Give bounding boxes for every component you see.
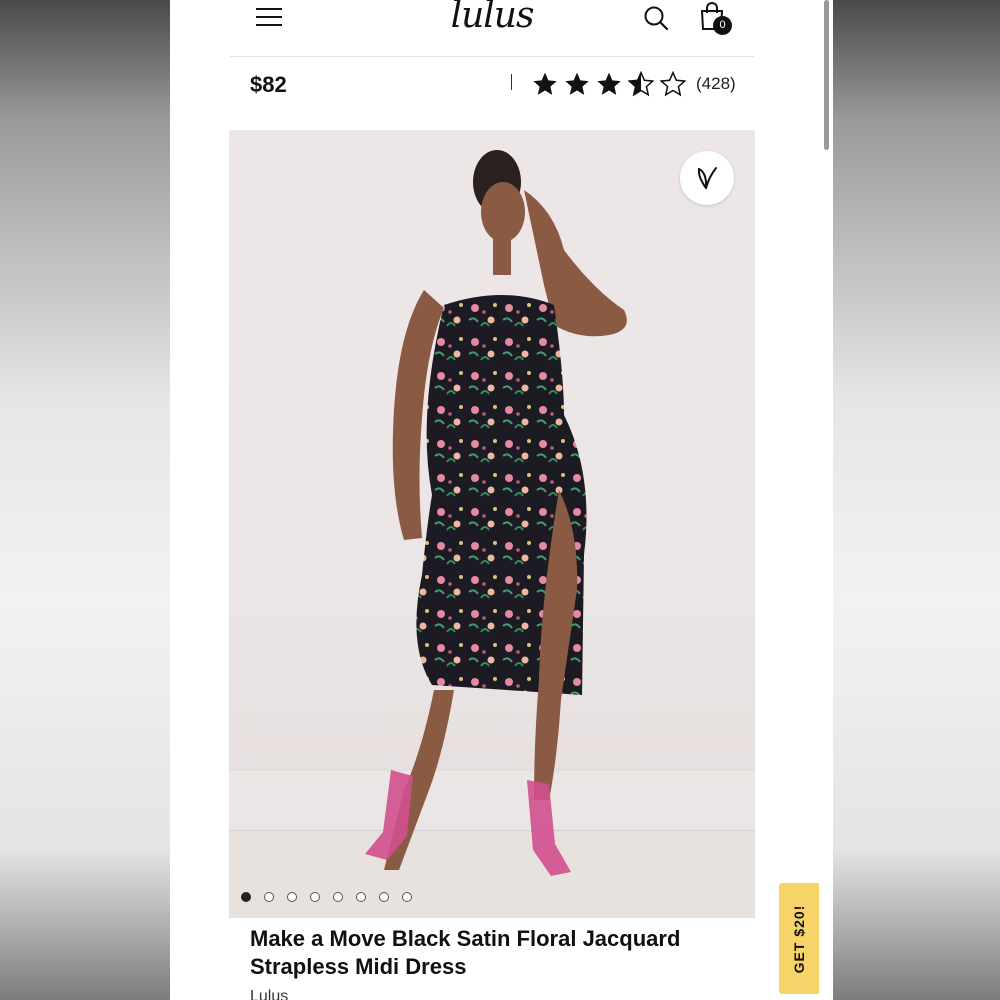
promo-label: GET $20! (791, 904, 807, 973)
star-full-icon (597, 72, 621, 95)
gallery-dot[interactable] (287, 892, 297, 902)
gallery-dot[interactable] (241, 892, 251, 902)
product-price: $82 (250, 72, 287, 97)
background-right (833, 0, 1000, 1000)
scrollbar[interactable] (824, 0, 829, 150)
product-brand[interactable]: Lulus (250, 988, 288, 1000)
gallery-pagination-dots (241, 892, 425, 902)
background-left (0, 0, 170, 1000)
gallery-dot[interactable] (310, 892, 320, 902)
phone-screen: lulus 0 $82 (428) Make a Move Black Sati… (170, 0, 833, 1000)
star-full-icon (565, 72, 589, 95)
header-divider (230, 56, 754, 57)
heart-icon (697, 167, 717, 189)
gallery-dot[interactable] (264, 892, 274, 902)
gallery-dot[interactable] (379, 892, 389, 902)
promo-tab[interactable]: GET $20! (779, 883, 819, 994)
bag-count-badge: 0 (713, 16, 732, 35)
gallery-dot[interactable] (402, 892, 412, 902)
site-header: lulus 0 (170, 0, 833, 56)
hamburger-menu-icon[interactable] (256, 8, 282, 28)
rating-separator (511, 74, 512, 90)
wishlist-button[interactable] (680, 151, 734, 205)
product-image[interactable] (229, 130, 755, 918)
review-count[interactable]: (428) (696, 74, 736, 94)
shopping-bag-button[interactable]: 0 (699, 2, 735, 36)
star-full-icon (533, 72, 557, 95)
product-title: Make a Move Black Satin Floral Jacquard … (250, 926, 681, 979)
site-logo[interactable]: lulus (440, 0, 544, 38)
gallery-dot[interactable] (333, 892, 343, 902)
model-photo (229, 150, 755, 918)
star-half-icon (628, 71, 654, 97)
rating-stars[interactable]: (428) (532, 70, 736, 98)
search-icon[interactable] (643, 5, 669, 31)
star-empty-icon (660, 71, 686, 97)
gallery-dot[interactable] (356, 892, 366, 902)
